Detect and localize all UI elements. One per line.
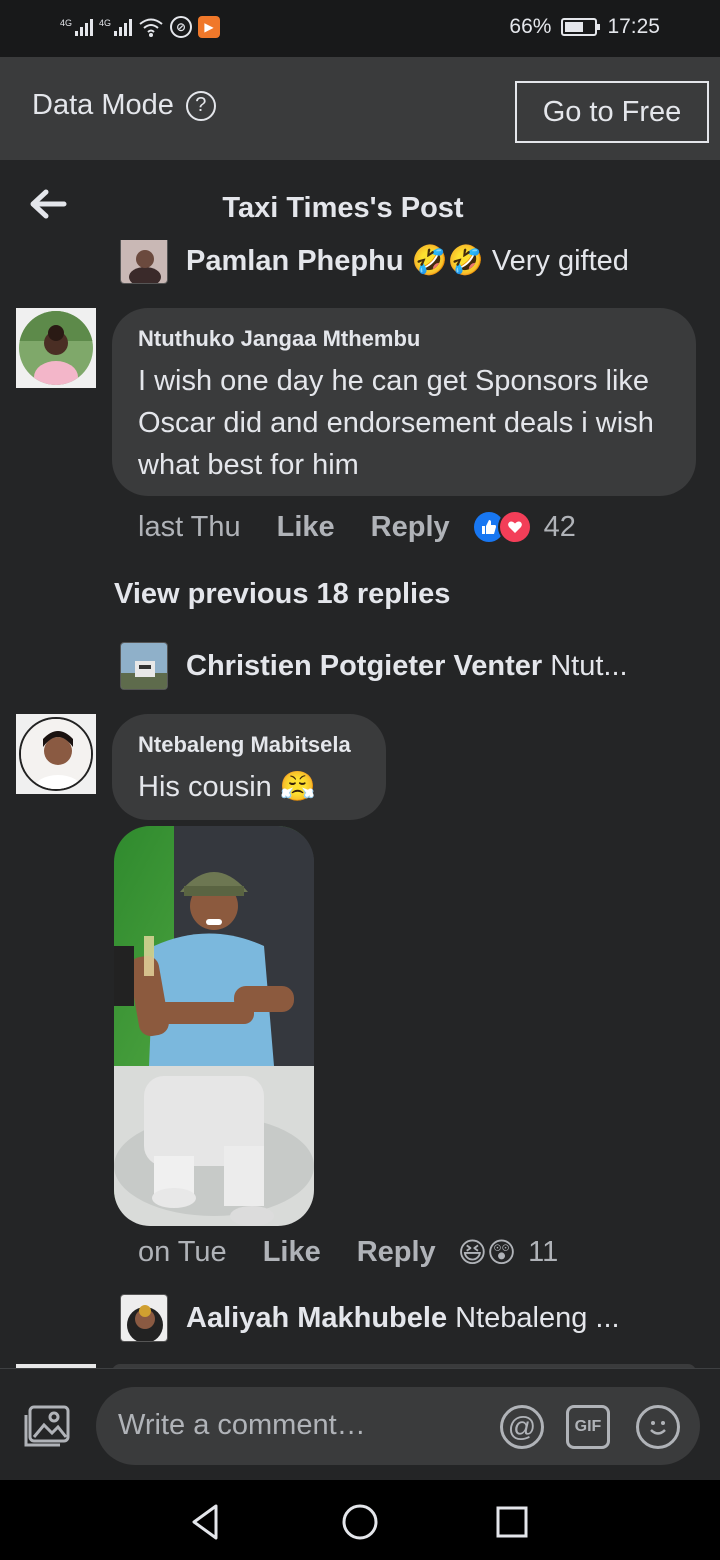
network-type-label: 4G	[60, 18, 73, 28]
comment-time: last Thu	[138, 510, 241, 543]
help-icon[interactable]: ?	[185, 90, 216, 121]
reply-button[interactable]: Reply	[371, 511, 450, 544]
reply-button[interactable]: Reply	[357, 1236, 436, 1269]
signal-icon: 4G	[60, 18, 94, 36]
comment-text-content: His cousin	[138, 771, 272, 803]
comment-bubble[interactable]: Ntebaleng Mabitsela His cousin 😤	[112, 714, 386, 820]
reaction-count: 42	[543, 510, 576, 543]
reply-author[interactable]: Pamlan Phephu	[186, 245, 404, 277]
nav-recents-icon[interactable]	[490, 1500, 534, 1544]
battery-icon	[561, 18, 601, 36]
comment-text: His cousin 😤	[138, 766, 360, 808]
view-previous-replies-link[interactable]: View previous 18 replies	[114, 578, 450, 611]
network-type-label-2: 4G	[99, 18, 112, 28]
reaction-summary[interactable]: 😆😲 11	[458, 1236, 559, 1269]
comment-text: I wish one day he can get Sponsors like …	[138, 365, 654, 481]
comment-photo[interactable]	[114, 826, 314, 1226]
reply-text: Ntebaleng ...	[455, 1302, 620, 1334]
avatar[interactable]	[120, 240, 168, 284]
gif-icon[interactable]: GIF	[566, 1405, 610, 1449]
comment-time: on Tue	[138, 1236, 227, 1268]
wifi-icon	[139, 18, 163, 37]
like-button[interactable]: Like	[277, 511, 335, 544]
data-mode-banner: Data Mode ? Go to Free	[0, 57, 720, 160]
data-mode-text: Data Mode	[32, 89, 174, 121]
comment-bubble[interactable]: Ntuthuko Jangaa Mthembu I wish one day h…	[112, 308, 696, 496]
reaction-count: 11	[528, 1236, 559, 1268]
page-title: Taxi Times's Post	[222, 192, 464, 224]
reply-preview[interactable]: Aaliyah Makhubele Ntebaleng ...	[186, 1302, 620, 1335]
avatar[interactable]	[16, 714, 96, 794]
avatar[interactable]	[120, 642, 168, 690]
clock: 17:25	[607, 15, 660, 38]
comment-emoji: 😤	[279, 771, 316, 803]
comment-actions: last Thu Like Reply 42	[138, 510, 576, 544]
comment-input[interactable]	[118, 1405, 498, 1445]
comment-actions: on Tue Like Reply 😆😲 11	[138, 1236, 558, 1269]
reply-text: Ntut...	[550, 650, 628, 682]
reply-author[interactable]: Christien Potgieter Venter	[186, 650, 542, 682]
like-button[interactable]: Like	[263, 1236, 321, 1269]
photo-icon[interactable]	[22, 1405, 70, 1449]
battery-percent: 66%	[509, 15, 552, 38]
reply-emoji: 🤣🤣	[411, 245, 484, 277]
data-mode-label[interactable]: Data Mode ?	[32, 89, 216, 122]
signal-icon-2: 4G	[99, 18, 133, 36]
love-reaction-icon	[497, 510, 532, 544]
reaction-summary[interactable]: 42	[471, 510, 576, 544]
reply-preview[interactable]: Christien Potgieter Venter Ntut...	[186, 650, 628, 683]
haha-wow-reaction-icons: 😆😲	[457, 1237, 517, 1268]
comment-author[interactable]: Ntebaleng Mabitsela	[138, 732, 360, 758]
data-saver-icon: ⊘	[170, 16, 193, 38]
status-bar: 4G 4G ⊘ ▶ 66% 17:25	[0, 0, 720, 57]
app-notification-icon: ▶	[198, 16, 221, 38]
comment-input-container[interactable]: @ GIF	[96, 1387, 700, 1465]
nav-home-icon[interactable]	[338, 1500, 382, 1544]
go-to-free-button[interactable]: Go to Free	[515, 81, 709, 143]
status-icons: 4G 4G ⊘ ▶	[60, 16, 221, 38]
status-right: 66% 17:25	[509, 15, 660, 39]
comment-composer: @ GIF	[0, 1368, 720, 1480]
avatar[interactable]	[120, 1294, 168, 1342]
reply-preview[interactable]: Pamlan Phephu 🤣🤣 Very gifted	[186, 244, 629, 278]
emoji-icon[interactable]	[636, 1405, 680, 1449]
mention-icon[interactable]: @	[500, 1405, 544, 1449]
system-nav-bar	[0, 1480, 720, 1560]
comment-author[interactable]: Ntuthuko Jangaa Mthembu	[138, 326, 670, 352]
nav-back-icon[interactable]	[184, 1500, 228, 1544]
reply-text: Very gifted	[491, 245, 629, 277]
comment-thread[interactable]: Pamlan Phephu 🤣🤣 Very gifted Ntuthuko Ja…	[0, 240, 720, 1368]
avatar[interactable]	[16, 308, 96, 388]
reply-author[interactable]: Aaliyah Makhubele	[186, 1302, 447, 1334]
